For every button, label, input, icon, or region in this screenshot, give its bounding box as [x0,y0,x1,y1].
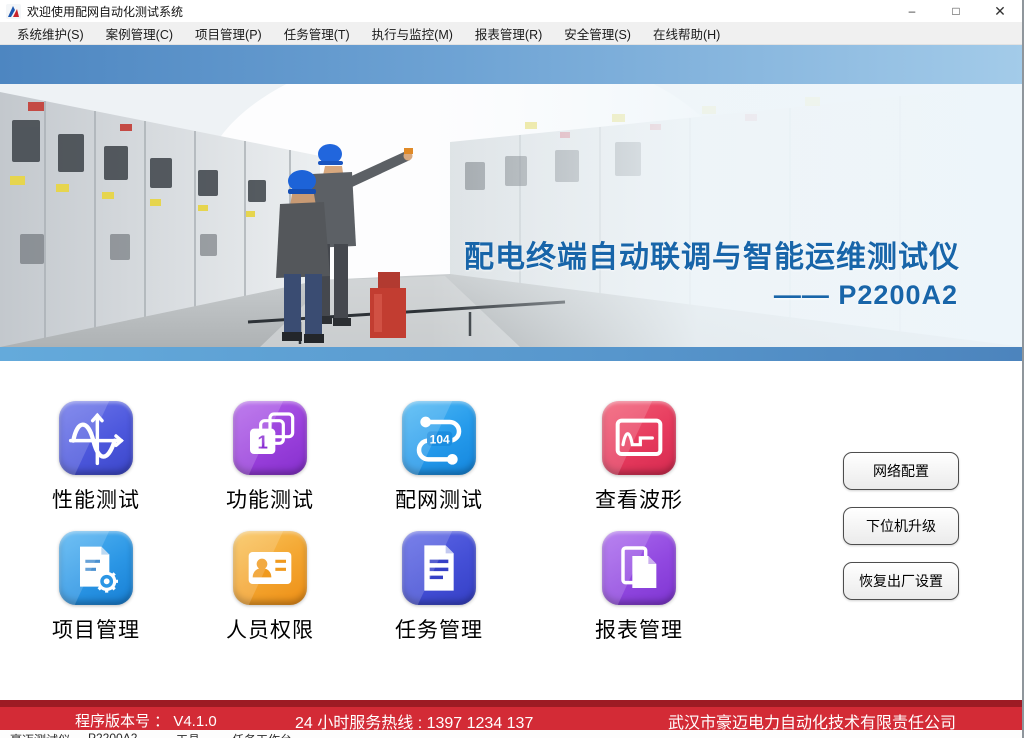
banner: 配电终端自动联调与智能运维测试仪 —— P2200A2 [0,45,1022,361]
launcher-report-management[interactable]: 报表管理 [559,531,719,644]
banner-product-model: —— P2200A2 [774,280,958,311]
status-fragment: 工具 [176,731,200,738]
status-strip-partial: 豪迈测试仪 P2200A2 工具 任务工作台 [0,730,1022,738]
launcher-function-test[interactable]: 1 功能测试 [190,401,350,514]
launcher-label: 查看波形 [559,484,719,514]
launcher-label: 配网测试 [359,484,519,514]
window-title: 欢迎使用配网自动化测试系统 [27,3,183,20]
launcher-project-management[interactable]: 项目管理 [16,531,176,644]
app-logo-icon [6,4,21,19]
banner-bottom-strip [0,347,1022,361]
id-card-icon [233,531,307,605]
footer-dark-strip [0,700,1022,707]
sine-wave-icon [59,401,133,475]
protocol-104-icon: 104 [402,401,476,475]
menu-report-management[interactable]: 报表管理(R) [466,21,551,46]
status-fragment: 豪迈测试仪 [10,731,70,738]
launcher-performance-test[interactable]: 性能测试 [16,401,176,514]
menu-security-management[interactable]: 安全管理(S) [555,21,640,46]
stacked-cards-icon: 1 [233,401,307,475]
document-lines-icon [402,531,476,605]
launcher-area: 性能测试 1 功能测试 104 [0,361,1022,701]
launcher-label: 性能测试 [16,484,176,514]
status-fragment: 任务工作台 [232,731,292,738]
launcher-label: 任务管理 [359,614,519,644]
minimize-button[interactable]: – [890,0,934,22]
menu-system-maintenance[interactable]: 系统维护(S) [8,21,93,46]
svg-text:1: 1 [257,432,267,453]
launcher-personnel-permissions[interactable]: 人员权限 [190,531,350,644]
launcher-label: 人员权限 [190,614,350,644]
menu-online-help[interactable]: 在线帮助(H) [644,21,729,46]
program-version: 程序版本号 ： V4.1.0 [75,710,217,731]
menu-execution-monitor[interactable]: 执行与监控(M) [363,21,462,46]
launcher-label: 报表管理 [559,614,719,644]
banner-top-strip [0,45,1022,84]
close-button[interactable]: ✕ [978,0,1022,22]
menu-case-management[interactable]: 案例管理(C) [97,21,182,46]
launcher-task-management[interactable]: 任务管理 [359,531,519,644]
device-upgrade-button[interactable]: 下位机升级 [843,507,959,545]
footer-bar: 程序版本号 ： V4.1.0 24 小时服务热线 : 1397 1234 137… [0,700,1022,730]
app-window: 欢迎使用配网自动化测试系统 – □ ✕ 系统维护(S) 案例管理(C) 项目管理… [0,0,1024,738]
maximize-button[interactable]: □ [934,0,978,22]
menu-task-management[interactable]: 任务管理(T) [275,21,359,46]
oscilloscope-icon [602,401,676,475]
launcher-view-waveform[interactable]: 查看波形 [559,401,719,514]
title-bar: 欢迎使用配网自动化测试系统 – □ ✕ [0,0,1022,22]
banner-product-title: 配电终端自动联调与智能运维测试仪 [464,232,960,276]
network-config-button[interactable]: 网络配置 [843,452,959,490]
svg-text:104: 104 [430,432,450,446]
document-gear-icon [59,531,133,605]
launcher-label: 项目管理 [16,614,176,644]
menu-bar: 系统维护(S) 案例管理(C) 项目管理(P) 任务管理(T) 执行与监控(M)… [0,22,1022,45]
banner-photo: 配电终端自动联调与智能运维测试仪 —— P2200A2 [0,84,1022,347]
launcher-label: 功能测试 [190,484,350,514]
report-pages-icon [602,531,676,605]
status-fragment: P2200A2 [88,731,137,738]
factory-reset-button[interactable]: 恢复出厂设置 [843,562,959,600]
menu-project-management[interactable]: 项目管理(P) [186,21,271,46]
launcher-distribution-network-test[interactable]: 104 配网测试 [359,401,519,514]
